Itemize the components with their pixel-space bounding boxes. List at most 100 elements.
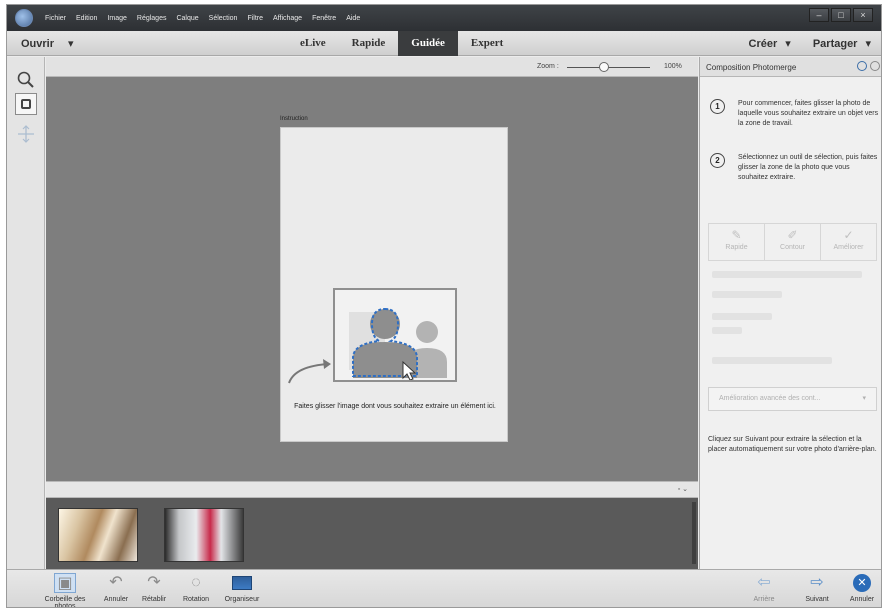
drop-zone[interactable]: Faites glisser l'image dont vous souhait… [280, 127, 508, 442]
menu-calque[interactable]: Calque [176, 15, 198, 22]
tab-expert[interactable]: Expert [458, 31, 516, 56]
window-controls: – □ × [809, 8, 873, 22]
disabled-option [712, 327, 742, 334]
move-tool[interactable] [15, 123, 37, 145]
right-menu: Créer ▾ Partager ▾ [749, 37, 871, 50]
share-label: Partager [812, 38, 858, 50]
outline-brush-icon: ✐ [787, 228, 798, 242]
panel-header-icons [857, 61, 880, 71]
bin-scrollbar[interactable] [692, 502, 696, 564]
outline-button[interactable]: ✐ Contour [765, 224, 821, 260]
refine-edge-dropdown[interactable]: Amélioration avancée des cont... ▾ [708, 387, 877, 411]
hand-tool[interactable] [15, 93, 37, 115]
cancel-button[interactable]: ✕ Annuler [845, 573, 879, 603]
step-text: Sélectionnez un outil de sélection, puis… [738, 154, 878, 181]
back-label: Arrière [753, 596, 775, 603]
open-button[interactable]: Ouvrir ▾ [21, 37, 74, 50]
zoom-label: Zoom : [537, 63, 559, 70]
back-button[interactable]: ⇦ Arrière [747, 573, 781, 603]
mode-bar: Ouvrir ▾ eLive Rapide Guidée Expert Créer… [7, 31, 881, 56]
menu-fichier[interactable]: Fichier [45, 15, 66, 22]
tab-guidee[interactable]: Guidée [398, 31, 458, 56]
quick-selection-icon: ✎ [731, 228, 742, 242]
rotate-label: Rotation [182, 596, 210, 603]
taskbar: ▣ Corbeille des photos ↶ Annuler ↷ Rétab… [7, 569, 881, 607]
photo-thumbnail-1[interactable] [58, 508, 138, 562]
menu-filtre[interactable]: Filtre [247, 15, 263, 22]
menu-aide[interactable]: Aide [346, 15, 360, 22]
menu-bar: Fichier Edition Image Réglages Calque Sé… [7, 5, 881, 31]
step-number: 1 [710, 99, 725, 114]
bin-options-button[interactable]: ▫ ⌄ [678, 485, 688, 493]
refine-edge-label: Amélioration avancée des cont... [719, 395, 821, 402]
arrow-left-icon: ⇦ [757, 574, 771, 591]
close-button[interactable]: × [853, 8, 873, 22]
home-icon[interactable] [857, 61, 867, 71]
refine-brush-icon: ✓ [843, 228, 854, 242]
zoom-slider-handle[interactable] [599, 62, 610, 72]
cancel-label: Annuler [849, 596, 875, 603]
curved-arrow-icon [288, 359, 331, 384]
tab-rapide[interactable]: Rapide [339, 31, 399, 56]
chevron-down-icon: ▾ [865, 38, 871, 50]
chevron-down-icon: ▾ [785, 38, 791, 50]
photo-thumbnail-2[interactable] [164, 508, 244, 562]
tool-label: Rapide [725, 244, 748, 251]
zoom-row: Zoom : 100% [46, 57, 698, 77]
photo-bin-header: ▫ ⌄ [46, 481, 698, 498]
menu-edition[interactable]: Edition [76, 15, 97, 22]
organizer-label: Organiseur [224, 596, 260, 603]
organizer-button[interactable]: Organiseur [217, 573, 267, 603]
disabled-option [712, 313, 772, 320]
selection-tools: ✎ Rapide ✐ Contour ✓ Améliorer [708, 223, 877, 261]
app-logo-icon [15, 9, 33, 27]
next-label: Suivant [805, 596, 829, 603]
menu-affichage[interactable]: Affichage [273, 15, 302, 22]
menu-reglages[interactable]: Réglages [137, 15, 167, 22]
zoom-value: 100% [664, 63, 682, 70]
next-button[interactable]: ⇨ Suivant [797, 573, 837, 603]
zoom-tool[interactable] [15, 69, 37, 91]
tool-label: Contour [780, 244, 805, 251]
panel-title: Composition Photomerge [706, 63, 797, 72]
move-icon [18, 125, 34, 143]
photo-bin-button[interactable]: ▣ Corbeille des photos [35, 573, 95, 607]
refine-button[interactable]: ✓ Améliorer [821, 224, 876, 260]
minimize-button[interactable]: – [809, 8, 829, 22]
cancel-icon: ✕ [853, 574, 871, 592]
undo-label: Annuler [103, 596, 129, 603]
panel-header: Composition Photomerge [700, 57, 881, 77]
redo-label: Rétablir [141, 596, 167, 603]
create-button[interactable]: Créer ▾ [749, 37, 791, 50]
disabled-option [712, 357, 832, 364]
workspace: Zoom : 100% Instruction Faites glisser l… [46, 57, 698, 481]
open-label: Ouvrir [21, 38, 55, 50]
menu-fenetre[interactable]: Fenêtre [312, 15, 336, 22]
rotate-icon: ◌ [191, 574, 201, 591]
arrow-right-icon: ⇨ [810, 574, 824, 591]
next-hint: Cliquez sur Suivant pour extraire la sél… [708, 436, 877, 453]
disabled-option [712, 271, 862, 278]
redo-button[interactable]: ↷ Rétablir [137, 573, 171, 603]
maximize-button[interactable]: □ [831, 8, 851, 22]
guided-panel: Composition Photomerge 1 Pour commencer,… [699, 57, 881, 569]
menu-selection[interactable]: Sélection [209, 15, 238, 22]
create-label: Créer [748, 38, 778, 50]
drop-frame [333, 288, 457, 382]
person-silhouette-icon [349, 307, 447, 380]
tab-elive[interactable]: eLive [287, 31, 339, 56]
menu-image[interactable]: Image [107, 15, 126, 22]
undo-button[interactable]: ↶ Annuler [99, 573, 133, 603]
instruction-label: Instruction [280, 116, 308, 122]
magnifier-icon [17, 71, 34, 88]
share-button[interactable]: Partager ▾ [813, 37, 871, 50]
step-text: Pour commencer, faites glisser la photo … [738, 100, 879, 127]
tool-label: Améliorer [833, 244, 864, 251]
chevron-down-icon: ▾ [862, 395, 866, 402]
undo-icon: ↶ [109, 574, 123, 591]
app-window: Fichier Edition Image Réglages Calque Sé… [6, 4, 882, 608]
hand-icon [21, 99, 31, 109]
quick-selection-button[interactable]: ✎ Rapide [709, 224, 765, 260]
help-icon[interactable] [870, 61, 880, 71]
rotate-button[interactable]: ◌ Rotation [177, 573, 215, 603]
